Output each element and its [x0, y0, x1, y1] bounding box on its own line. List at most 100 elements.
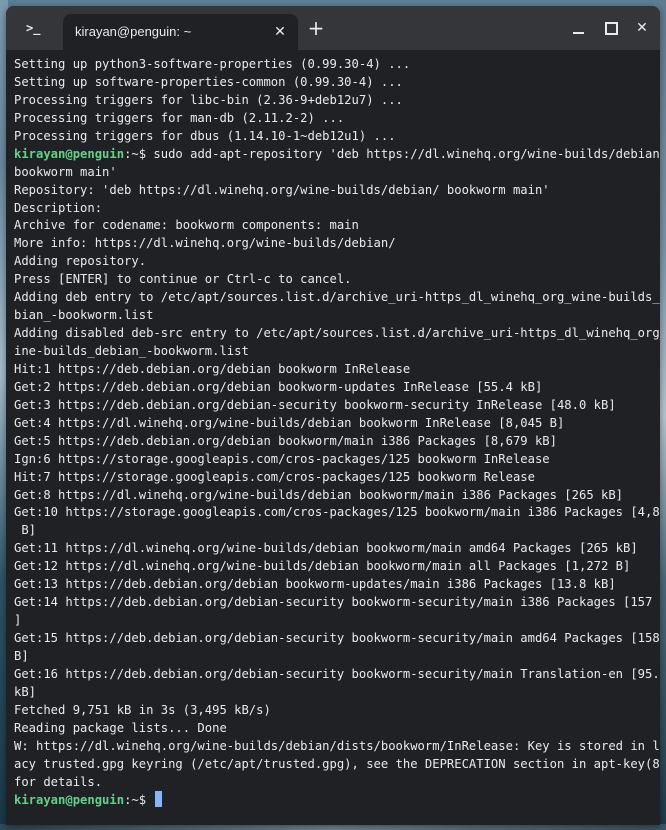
- output-text: bian_-bookworm.list: [14, 308, 154, 323]
- output-text: for details.: [14, 774, 103, 789]
- terminal-line: Repository: 'deb https://dl.winehq.org/w…: [14, 182, 654, 200]
- terminal-line: ]: [14, 612, 654, 630]
- output-text: Description:: [14, 200, 103, 215]
- terminal-line: Description:: [14, 200, 654, 218]
- terminal-line: More info: https://dl.winehq.org/wine-bu…: [14, 235, 654, 253]
- terminal-line: Hit:7 https://storage.googleapis.com/cro…: [14, 469, 654, 487]
- output-text: Reading package lists... Done: [14, 720, 227, 735]
- terminal-line: Get:13 https://deb.debian.org/debian boo…: [14, 576, 654, 594]
- terminal-line: bookworm main': [14, 164, 654, 182]
- terminal-line: Setting up software-properties-common (0…: [14, 74, 654, 92]
- terminal-line: Processing triggers for man-db (2.11.2-2…: [14, 110, 654, 128]
- terminal-line: Ign:6 https://storage.googleapis.com/cro…: [14, 451, 654, 469]
- terminal-line: Get:14 https://deb.debian.org/debian-sec…: [14, 594, 660, 612]
- output-text: Hit:1 https://deb.debian.org/debian book…: [14, 361, 411, 376]
- prompt-user-host: kirayan@penguin: [14, 793, 125, 808]
- terminal-line: Get:5 https://deb.debian.org/debian book…: [14, 433, 654, 451]
- output-text: Get:15 https://deb.debian.org/debian-sec…: [14, 631, 660, 645]
- text-cursor: [155, 791, 163, 808]
- terminal-line: Hit:1 https://deb.debian.org/debian book…: [14, 361, 654, 379]
- output-text: Get:8 https://dl.winehq.org/wine-builds/…: [14, 487, 624, 502]
- output-text: Processing triggers for libc-bin (2.36-9…: [14, 92, 403, 107]
- terminal-line: acy trusted.gpg keyring (/etc/apt/truste…: [14, 756, 660, 774]
- output-text: Get:14 https://deb.debian.org/debian-sec…: [14, 595, 660, 610]
- terminal-line: kirayan@penguin:~$ sudo add-apt-reposito…: [14, 146, 660, 164]
- terminal-line: ine-builds_debian_-bookworm.list: [14, 343, 654, 361]
- terminal-line: Reading package lists... Done: [14, 720, 654, 738]
- output-text: Get:3 https://deb.debian.org/debian-secu…: [14, 397, 616, 412]
- output-text: Fetched 9,751 kB in 3s (3,495 kB/s): [14, 702, 271, 717]
- tab-active[interactable]: kirayan@penguin: ~ ✕: [63, 14, 298, 50]
- maximize-icon: [605, 22, 618, 35]
- titlebar: >_ kirayan@penguin: ~ ✕ + ✕: [6, 6, 660, 50]
- terminal-line: W: https://dl.winehq.org/wine-builds/deb…: [14, 738, 660, 756]
- output-text: Adding repository.: [14, 254, 147, 269]
- terminal-line: kirayan@penguin:~$: [14, 791, 654, 809]
- minimize-button[interactable]: [568, 18, 590, 38]
- output-text: Adding deb entry to /etc/apt/sources.lis…: [14, 290, 660, 305]
- terminal-line: B]: [14, 522, 654, 540]
- terminal-line: Archive for codename: bookworm component…: [14, 217, 654, 235]
- output-text: Processing triggers for man-db (2.11.2-2…: [14, 110, 345, 125]
- minimize-icon: [573, 32, 584, 34]
- terminal-line: Get:8 https://dl.winehq.org/wine-builds/…: [14, 487, 654, 505]
- terminal-line: B]: [14, 648, 654, 666]
- output-text: ]: [14, 613, 22, 628]
- terminal-line: Adding repository.: [14, 253, 654, 271]
- terminal-app-icon: >_: [26, 21, 41, 35]
- maximize-button[interactable]: [600, 18, 622, 38]
- new-tab-button[interactable]: +: [306, 18, 326, 38]
- terminal-line: Get:2 https://deb.debian.org/debian book…: [14, 379, 654, 397]
- output-text: Repository: 'deb https://dl.winehq.org/w…: [14, 182, 550, 197]
- output-text: Get:4 https://dl.winehq.org/wine-builds/…: [14, 415, 565, 430]
- terminal-line: Press [ENTER] to continue or Ctrl-c to c…: [14, 271, 654, 289]
- output-text: Press [ENTER] to continue or Ctrl-c to c…: [14, 272, 352, 287]
- output-text: Get:11 https://dl.winehq.org/wine-builds…: [14, 541, 638, 556]
- terminal-line: bian_-bookworm.list: [14, 307, 654, 325]
- command-text: sudo add-apt-repository 'deb https://dl.…: [153, 146, 660, 161]
- output-text: Setting up python3-software-properties (…: [14, 57, 411, 71]
- terminal-line: Get:15 https://deb.debian.org/debian-sec…: [14, 630, 660, 648]
- terminal-window: >_ kirayan@penguin: ~ ✕ + ✕ Setting up p…: [6, 6, 660, 825]
- output-text: Setting up software-properties-common (0…: [14, 74, 403, 89]
- terminal-line: Adding disabled deb-src entry to /etc/ap…: [14, 325, 660, 343]
- prompt-path: :~$: [124, 146, 154, 161]
- output-text: ine-builds_debian_-bookworm.list: [14, 344, 249, 358]
- terminal-line: Processing triggers for dbus (1.14.10-1~…: [14, 128, 654, 146]
- close-window-button[interactable]: ✕: [631, 18, 653, 38]
- output-text: More info: https://dl.winehq.org/wine-bu…: [14, 236, 396, 251]
- prompt-user-host: kirayan@penguin: [14, 146, 125, 161]
- terminal-line: kB]: [14, 684, 654, 702]
- output-text: acy trusted.gpg keyring (/etc/apt/truste…: [14, 756, 660, 771]
- terminal-line: Get:10 https://storage.googleapis.com/cr…: [14, 504, 660, 522]
- terminal-line: Processing triggers for libc-bin (2.36-9…: [14, 92, 654, 110]
- terminal-line: Adding deb entry to /etc/apt/sources.lis…: [14, 289, 660, 307]
- terminal-line: Get:16 https://deb.debian.org/debian-sec…: [14, 666, 660, 684]
- output-text: B]: [14, 648, 29, 663]
- output-text: Get:13 https://deb.debian.org/debian boo…: [14, 577, 616, 592]
- output-text: W: https://dl.winehq.org/wine-builds/deb…: [14, 738, 660, 753]
- output-text: Adding disabled deb-src entry to /etc/ap…: [14, 326, 660, 341]
- close-icon: ✕: [636, 20, 648, 36]
- terminal-output[interactable]: Setting up python3-software-properties (…: [14, 56, 660, 821]
- output-text: Archive for codename: bookworm component…: [14, 218, 359, 233]
- terminal-line: Get:3 https://deb.debian.org/debian-secu…: [14, 397, 654, 415]
- tab-title: kirayan@penguin: ~: [75, 24, 192, 39]
- output-text: Get:10 https://storage.googleapis.com/cr…: [14, 505, 660, 520]
- output-text: Ign:6 https://storage.googleapis.com/cro…: [14, 451, 550, 466]
- tab-close-icon[interactable]: ✕: [270, 22, 290, 42]
- output-text: B]: [14, 523, 37, 538]
- output-text: Get:12 https://dl.winehq.org/wine-builds…: [14, 559, 631, 574]
- output-text: Hit:7 https://storage.googleapis.com/cro…: [14, 469, 535, 484]
- output-text: bookworm main': [14, 164, 117, 179]
- output-text: kB]: [14, 684, 37, 699]
- terminal-line: Fetched 9,751 kB in 3s (3,495 kB/s): [14, 702, 654, 720]
- output-text: Get:16 https://deb.debian.org/debian-sec…: [14, 666, 660, 681]
- terminal-line: Get:4 https://dl.winehq.org/wine-builds/…: [14, 415, 654, 433]
- prompt-path: :~$: [124, 793, 154, 808]
- terminal-line: Get:12 https://dl.winehq.org/wine-builds…: [14, 558, 654, 576]
- output-text: Processing triggers for dbus (1.14.10-1~…: [14, 128, 396, 143]
- terminal-line: for details.: [14, 774, 654, 792]
- output-text: Get:2 https://deb.debian.org/debian book…: [14, 379, 543, 394]
- output-text: Get:5 https://deb.debian.org/debian book…: [14, 433, 557, 448]
